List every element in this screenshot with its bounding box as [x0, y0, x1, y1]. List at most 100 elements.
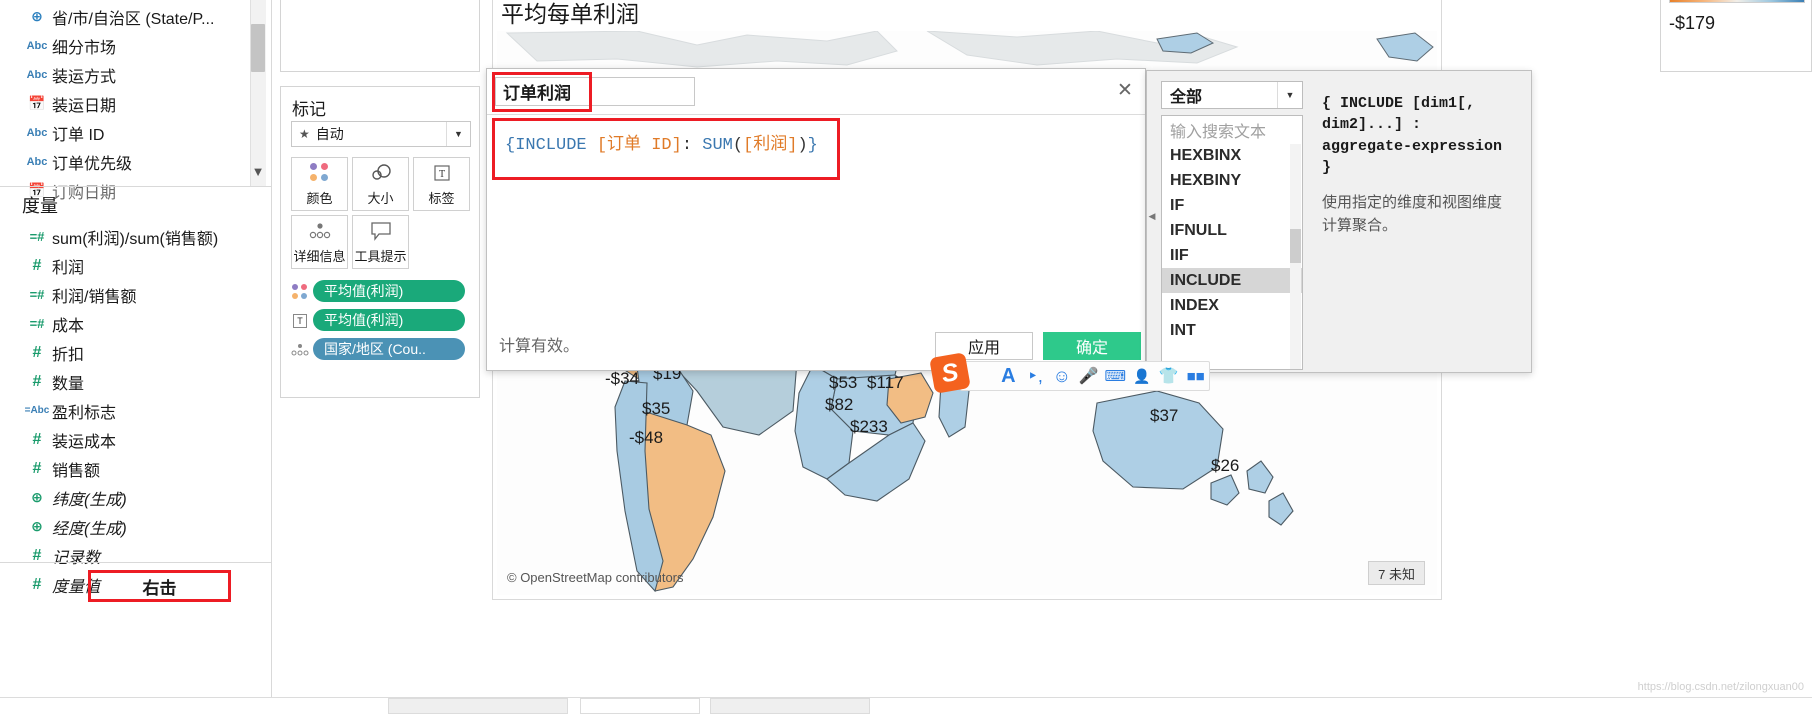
apps-grid-icon[interactable]: ■■: [1182, 363, 1209, 389]
marks-tooltip-button[interactable]: 工具提示: [352, 215, 409, 269]
function-syntax: { INCLUDE [dim1[, dim2]...] : aggregate-…: [1322, 95, 1512, 176]
legend-min-value: -$179: [1669, 13, 1716, 33]
user-badge-icon[interactable]: 👤: [1129, 363, 1156, 389]
chevron-down-icon[interactable]: ▼: [250, 158, 266, 184]
function-list-item[interactable]: IFNULL: [1162, 218, 1302, 243]
function-list-item[interactable]: IIF: [1162, 243, 1302, 268]
map-attribution: © OpenStreetMap contributors: [507, 570, 684, 585]
measure-field[interactable]: =# 成本: [0, 309, 258, 338]
function-list-item[interactable]: INT: [1162, 318, 1302, 343]
field-label: 利润: [52, 259, 85, 277]
marks-pill-color[interactable]: 平均值(利润): [313, 280, 465, 302]
number-icon: #: [32, 575, 42, 593]
abc-icon: Abc: [26, 39, 48, 52]
chevron-down-icon[interactable]: ▼: [446, 122, 470, 146]
gift-icon[interactable]: 👕: [1156, 363, 1183, 389]
measure-field[interactable]: ⊕ 纬度(生成): [0, 483, 258, 512]
measure-field[interactable]: =# sum(利润)/sum(销售额): [0, 222, 258, 251]
dimension-field[interactable]: ⊕ 省/市/自治区 (State/P...: [0, 2, 258, 31]
measure-field[interactable]: # 利润: [0, 251, 258, 280]
measure-field[interactable]: # 折扣: [0, 338, 258, 367]
measure-field[interactable]: # 销售额: [0, 454, 258, 483]
svg-text:T: T: [438, 169, 444, 180]
dimensions-scrollbar-thumb[interactable]: [251, 24, 265, 72]
dimension-field[interactable]: Abc 订单优先级: [0, 147, 258, 176]
mark-type-dropdown[interactable]: ★ 自动 ▼: [291, 121, 471, 147]
function-list-item[interactable]: IF: [1162, 193, 1302, 218]
collapse-arrow-icon[interactable]: ◀: [1146, 201, 1158, 231]
unknown-values-badge[interactable]: 7 未知: [1368, 561, 1425, 585]
pill-detail-icon: [289, 340, 311, 360]
dimension-field[interactable]: Abc 订单 ID: [0, 118, 258, 147]
measure-field[interactable]: ⊕ 经度(生成): [0, 512, 258, 541]
map-data-label: $233: [850, 417, 888, 436]
marks-detail-button[interactable]: 详细信息: [291, 215, 348, 269]
field-label: 订购日期: [52, 184, 117, 202]
sogou-logo-icon[interactable]: S: [929, 352, 971, 394]
chevron-down-icon[interactable]: ▼: [1277, 82, 1302, 108]
abc-icon: Abc: [26, 68, 48, 81]
color-legend: 平均值(利润) -$179: [1660, 0, 1812, 72]
field-label: 装运方式: [52, 68, 117, 86]
field-label: 订单优先级: [52, 155, 133, 173]
close-icon[interactable]: ✕: [1112, 77, 1138, 103]
abc-icon: Abc: [26, 126, 48, 139]
marks-label-button[interactable]: T 标签: [413, 157, 470, 211]
field-label: sum(利润)/sum(销售额): [52, 230, 219, 248]
worksheet-tab[interactable]: [580, 698, 700, 714]
marks-size-button[interactable]: 大小: [352, 157, 409, 211]
measures-heading: 度量: [22, 196, 58, 216]
function-search-placeholder: 输入搜索文本: [1170, 123, 1267, 141]
dimensions-list: ⊕ 省/市/自治区 (State/P... Abc 细分市场 Abc 装运方式 …: [0, 2, 258, 205]
measure-field[interactable]: =Abc 盈利标志: [0, 396, 258, 425]
calculated-number-icon: =#: [29, 229, 45, 244]
measure-field[interactable]: # 记录数: [0, 541, 258, 570]
function-list-item-selected[interactable]: INCLUDE: [1162, 268, 1302, 293]
color-dots-icon: [309, 162, 330, 184]
function-category-value: 全部: [1170, 89, 1203, 106]
filters-shelf[interactable]: [281, 0, 479, 57]
measure-field[interactable]: =# 利润/销售额: [0, 280, 258, 309]
calendar-icon: 📅: [28, 95, 46, 111]
marks-detail-label: 详细信息: [293, 248, 346, 264]
marks-pill-detail[interactable]: 国家/地区 (Cou..: [313, 338, 465, 360]
marks-pill-label[interactable]: 平均值(利润): [313, 309, 465, 331]
ime-toolbar[interactable]: A ‣, ☺ 🎤 ⌨ 👤 👕 ■■: [960, 361, 1210, 391]
map-data-label: $37: [1150, 406, 1179, 425]
marks-color-button[interactable]: 颜色: [291, 157, 348, 211]
function-list[interactable]: HEXBINX HEXBINY IF IFNULL IIF INCLUDE IN…: [1161, 143, 1303, 370]
function-list-item[interactable]: HEXBINX: [1162, 143, 1302, 168]
map-data-label: -$48: [629, 428, 664, 447]
field-label: 订单 ID: [52, 126, 105, 144]
dimension-field[interactable]: 📅 装运日期: [0, 89, 258, 118]
measure-field[interactable]: # 数量: [0, 367, 258, 396]
function-help-panel: { INCLUDE [dim1[, dim2]...] : aggregate-…: [1312, 81, 1518, 363]
ok-button[interactable]: 确定: [1043, 332, 1141, 360]
function-list-scrollbar-thumb[interactable]: [1290, 229, 1301, 263]
dimension-field[interactable]: Abc 细分市场: [0, 31, 258, 60]
keyboard-icon[interactable]: ⌨: [1102, 363, 1129, 389]
function-description: 使用指定的维度和视图维度计算聚合。: [1322, 194, 1503, 234]
function-list-item[interactable]: HEXBINY: [1162, 168, 1302, 193]
measure-field[interactable]: # 装运成本: [0, 425, 258, 454]
function-list-item[interactable]: INDEX: [1162, 293, 1302, 318]
smiley-icon[interactable]: ☺: [1049, 363, 1076, 389]
comma-icon[interactable]: ‣,: [1022, 363, 1049, 389]
dimension-field[interactable]: Abc 装运方式: [0, 60, 258, 89]
watermark-text: https://blog.csdn.net/zilongxuan00: [1637, 681, 1804, 693]
map-data-label: $35: [642, 399, 671, 418]
field-label: 盈利标志: [52, 404, 117, 422]
microphone-icon[interactable]: 🎤: [1075, 363, 1102, 389]
worksheet-tab[interactable]: [710, 698, 870, 714]
function-category-dropdown[interactable]: 全部 ▼: [1161, 81, 1303, 109]
field-label: 装运成本: [52, 433, 117, 451]
worksheet-tab[interactable]: [388, 698, 568, 714]
pill-label-icon: T: [289, 311, 311, 331]
letter-A-icon[interactable]: A: [995, 363, 1022, 389]
marks-card: 标记 ★ 自动 ▼ 颜色 大小 T 标签 详细信息 工具提示 平均值(利润) T…: [280, 86, 480, 398]
field-label: 数量: [52, 375, 85, 393]
divider: [487, 114, 1145, 115]
marks-label-text: 标签: [428, 190, 455, 206]
function-search-input[interactable]: 输入搜索文本: [1161, 115, 1303, 143]
globe-icon: ⊕: [31, 489, 43, 505]
